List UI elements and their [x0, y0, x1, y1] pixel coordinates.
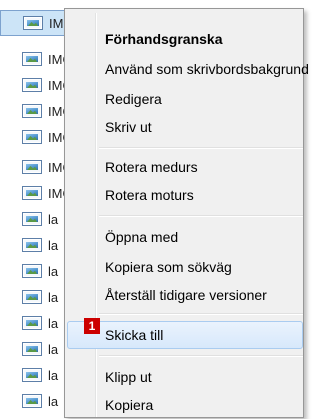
- menu-item-open-with[interactable]: Öppna med: [105, 223, 178, 251]
- image-file-icon: [22, 368, 42, 382]
- menu-item-set-desktop-background[interactable]: Använd som skrivbordsbakgrund: [105, 55, 309, 83]
- menu-separator: [99, 355, 303, 357]
- image-file-icon: [22, 394, 42, 408]
- menu-item-edit[interactable]: Redigera: [105, 85, 162, 113]
- menu-separator: [99, 215, 303, 217]
- menu-item-cut[interactable]: Klipp ut: [105, 363, 152, 391]
- image-file-icon: [22, 290, 42, 304]
- menu-separator: [99, 313, 303, 315]
- menu-separator: [99, 147, 303, 149]
- menu-item-rotate-counterclockwise[interactable]: Rotera moturs: [105, 181, 194, 209]
- menu-item-copy-as-path[interactable]: Kopiera som sökväg: [105, 253, 232, 281]
- file-name: la: [48, 393, 59, 409]
- file-name: la: [48, 211, 59, 227]
- image-file-icon: [22, 238, 42, 252]
- menu-item-print[interactable]: Skriv ut: [105, 113, 152, 141]
- image-file-icon: [22, 212, 42, 226]
- menu-item-send-to[interactable]: Skicka till: [105, 321, 163, 349]
- image-file-icon: [22, 52, 42, 66]
- step-number-badge: 1: [84, 318, 100, 334]
- image-file-icon: [22, 160, 42, 174]
- image-file-icon: [22, 78, 42, 92]
- menu-item-preview[interactable]: Förhandsgranska: [105, 25, 222, 53]
- image-file-icon: [22, 130, 42, 144]
- file-name: la: [48, 315, 59, 331]
- file-name: la: [48, 341, 59, 357]
- context-menu: Förhandsgranska Använd som skrivbordsbak…: [64, 8, 309, 419]
- file-name: la: [48, 263, 59, 279]
- file-name: la: [48, 289, 59, 305]
- image-file-icon: [22, 186, 42, 200]
- menu-gutter: [95, 13, 97, 417]
- menu-item-restore-previous-versions[interactable]: Återställ tidigare versioner: [105, 281, 267, 309]
- menu-item-rotate-clockwise[interactable]: Rotera medurs: [105, 153, 198, 181]
- image-file-icon: [23, 16, 43, 30]
- menu-item-copy[interactable]: Kopiera: [105, 391, 153, 419]
- file-name: la: [48, 367, 59, 383]
- image-file-icon: [22, 342, 42, 356]
- image-file-icon: [22, 316, 42, 330]
- image-file-icon: [22, 104, 42, 118]
- file-name: la: [48, 237, 59, 253]
- menu-item-hover-highlight: [67, 321, 303, 349]
- image-file-icon: [22, 264, 42, 278]
